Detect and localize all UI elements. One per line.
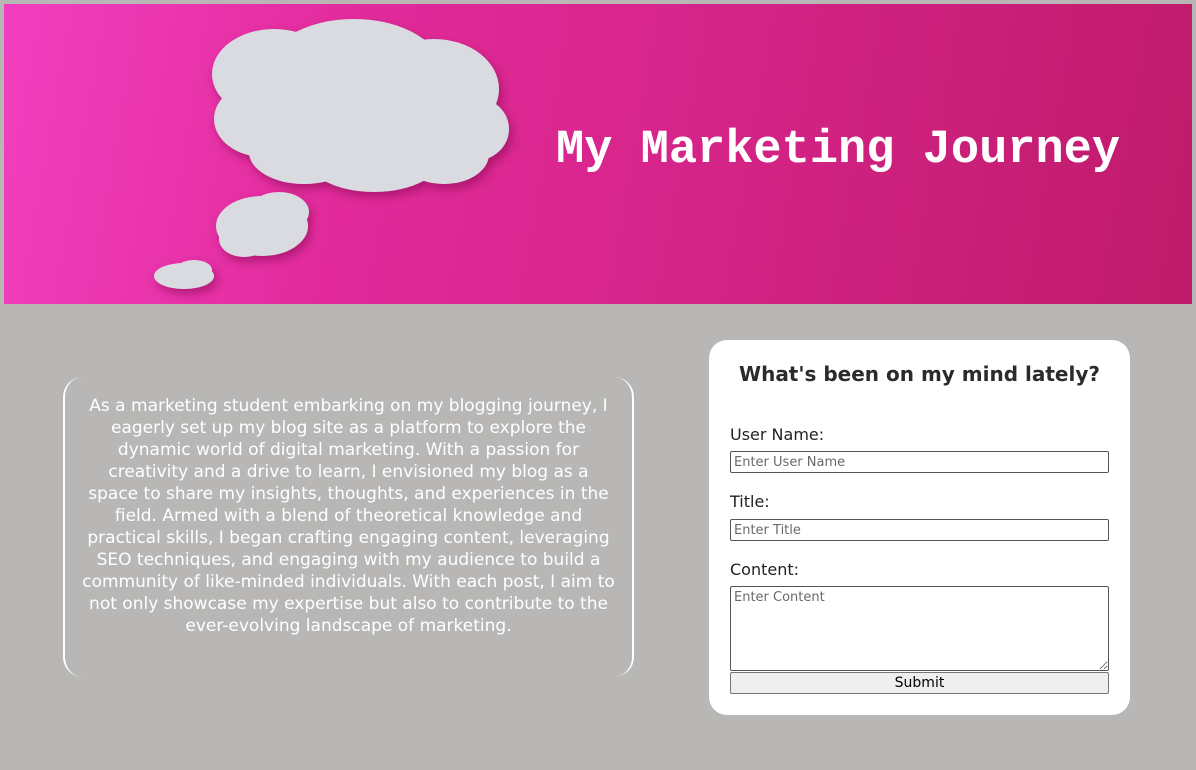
- thought-bubble-cloud-icon: [154, 19, 509, 289]
- username-label: User Name:: [730, 425, 825, 444]
- page-title: My Marketing Journey: [556, 124, 1121, 177]
- title-input[interactable]: [730, 519, 1109, 541]
- username-input[interactable]: [730, 451, 1109, 473]
- post-form: What's been on my mind lately? User Name…: [709, 340, 1130, 715]
- content-label: Content:: [730, 560, 800, 579]
- submit-button[interactable]: Submit: [730, 672, 1109, 694]
- intro-panel: As a marketing student embarking on my b…: [63, 377, 634, 677]
- content-textarea[interactable]: [730, 586, 1109, 671]
- hero-banner: My Marketing Journey: [4, 4, 1192, 304]
- title-label: Title:: [730, 492, 770, 511]
- form-heading: What's been on my mind lately?: [739, 362, 1100, 386]
- intro-text: As a marketing student embarking on my b…: [82, 396, 615, 636]
